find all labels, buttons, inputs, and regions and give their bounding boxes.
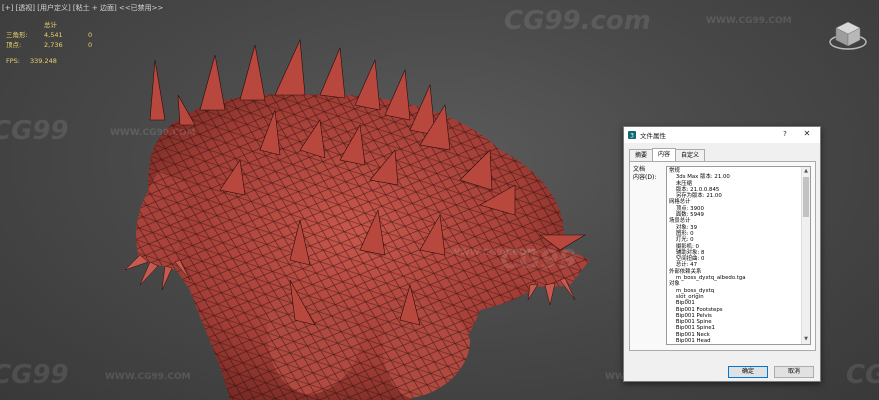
contents-line: Bip001 Head [669,338,711,345]
tab-summary[interactable]: 摘要 [629,149,654,161]
fps-label: FPS: [6,57,20,65]
watermark: WWW.CG99.COM [450,248,536,258]
stats-name: 三角形: [6,31,28,39]
watermark: CG99.com [504,6,651,36]
tab-contents[interactable]: 内容 [652,148,677,161]
watermark: WWW.CG99.COM [105,372,191,382]
fps-value: 339.248 [29,57,57,65]
contents-listbox[interactable]: 常规 3ds Max 版本: 21.00 未压缩 版本: 21.0.0.845 … [666,166,811,345]
fps-readout: FPS: 339.248 [6,57,57,65]
stats-row-triangles: 三角形: 4,541 0 [6,30,98,40]
help-button[interactable]: ? [779,130,791,138]
scene-statistics: 总计 三角形: 4,541 0 顶点: 2,736 0 [6,20,98,50]
stats-value: 2,736 [44,41,63,49]
viewport-label[interactable]: [+] [透视] [用户定义] [粘土 + 边面] <<已禁用>> [2,3,163,13]
scroll-down-icon[interactable]: ▼ [803,336,809,343]
contents-panel: 文档 内容(D): 常规 3ds Max 版本: 21.00 未压缩 版本: 2… [629,161,816,351]
watermark: CG99 [0,360,69,390]
tab-custom[interactable]: 自定义 [675,149,706,161]
close-button[interactable]: ✕ [800,129,814,138]
dialog-titlebar[interactable]: 3 文件属性 ? ✕ [624,127,820,143]
stats-row-vertices: 顶点: 2,736 0 [6,40,98,50]
watermark: CG99 [0,116,69,146]
dialog-title: 文件属性 [640,132,666,140]
cancel-button[interactable]: 取消 [774,366,814,378]
contents-scrollbar[interactable]: ▲ ▼ [801,167,810,344]
stats-extra: 0 [88,31,93,39]
stats-name: 顶点: [6,41,22,49]
label-contents: 内容(D): [633,174,657,181]
scroll-thumb[interactable] [803,177,809,217]
scroll-up-icon[interactable]: ▲ [803,168,809,175]
ok-button[interactable]: 确定 [728,366,768,378]
watermark: WWW.CG99.COM [706,16,792,26]
viewcube-icon[interactable] [828,18,868,52]
svg-text:3: 3 [630,132,634,139]
watermark: CG99 [846,360,879,390]
label-document: 文档 [633,166,646,173]
stats-extra: 0 [88,41,93,49]
contents-lines: 常规 3ds Max 版本: 21.00 未压缩 版本: 21.0.0.845 … [669,168,800,344]
stats-value: 4,541 [44,31,63,39]
stats-header: 总计 [44,21,57,29]
file-properties-dialog: 3 文件属性 ? ✕ 摘要 内容 自定义 文档 内容(D): 常规 3ds Ma… [623,126,821,382]
contents-field-label: 文档 内容(D): [633,166,656,182]
watermark: WWW.CG99.COM [110,128,196,138]
3dsmax-app-icon: 3 [628,131,636,139]
